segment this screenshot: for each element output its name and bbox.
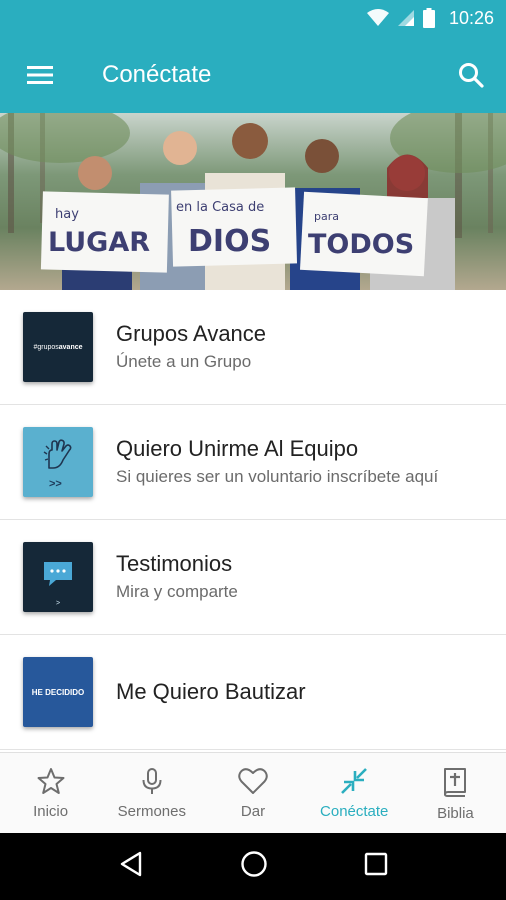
heart-icon: [238, 768, 268, 794]
thumb-bold: avance: [58, 343, 83, 351]
list-item-quiero-unirme[interactable]: >> Quiero Unirme Al Equipo Si quieres se…: [0, 405, 506, 520]
grupos-avance-thumbnail: #gruposavance: [23, 312, 93, 382]
sign-3-large: TODOS: [308, 229, 414, 260]
sign-2-large: DIOS: [188, 224, 271, 259]
bottom-navigation: Inicio Sermones Dar Conéctate Biblia: [0, 752, 506, 833]
nav-inicio[interactable]: Inicio: [0, 753, 101, 833]
item-title: Quiero Unirme Al Equipo: [116, 436, 359, 461]
hero-banner: hay LUGAR en la Casa de DIOS para TODOS: [0, 113, 506, 290]
status-time: 10:26: [448, 7, 494, 28]
sign-1-small: hay: [55, 207, 79, 222]
list-item-grupos-avance[interactable]: #gruposavance Grupos Avance Únete a un G…: [0, 290, 506, 405]
chat-bubble-icon: [44, 562, 72, 586]
raised-hand-icon: [43, 439, 72, 469]
star-icon: [37, 768, 65, 794]
nav-conectate[interactable]: Conéctate: [304, 753, 405, 833]
search-button[interactable]: [436, 36, 506, 113]
hamburger-menu-icon: [27, 65, 53, 84]
microphone-icon: [142, 768, 162, 794]
connect-arrows-icon: [341, 768, 368, 794]
menu-button[interactable]: [0, 36, 80, 113]
testimonios-thumbnail: >: [23, 542, 93, 612]
nav-label: Dar: [240, 803, 266, 820]
system-navigation-bar: [0, 833, 506, 900]
home-button[interactable]: [240, 850, 268, 883]
nav-dar[interactable]: Dar: [202, 753, 303, 833]
bible-icon: [444, 768, 467, 797]
nav-label: Sermones: [117, 803, 186, 820]
recents-icon: [364, 852, 388, 876]
signal-icon: [397, 10, 414, 26]
arrow-icon: >: [56, 600, 61, 607]
thumb-prefix: #grupos: [33, 343, 59, 351]
sign-1-large: LUGAR: [48, 227, 150, 258]
list-item-bautizar[interactable]: HE DECIDIDO Me Quiero Bautizar: [0, 635, 506, 750]
item-title: Me Quiero Bautizar: [116, 679, 306, 704]
sign-3-small: para: [314, 210, 339, 223]
nav-label: Inicio: [33, 803, 69, 820]
item-title: Grupos Avance: [116, 321, 267, 346]
wifi-icon: [366, 9, 389, 26]
nav-sermones[interactable]: Sermones: [101, 753, 202, 833]
sign-2-small: en la Casa de: [176, 200, 264, 215]
home-icon: [241, 851, 267, 877]
recents-button[interactable]: [364, 852, 388, 881]
status-bar: 10:26: [0, 0, 506, 36]
thumb-text: HE DECIDIDO: [31, 687, 85, 697]
nav-label: Biblia: [437, 805, 474, 822]
page-title: Conéctate: [102, 60, 212, 88]
arrow-icon: >>: [49, 478, 62, 490]
back-icon: [120, 851, 142, 877]
item-subtitle: Si quieres ser un voluntario inscríbete …: [116, 467, 439, 486]
list-item-testimonios[interactable]: > Testimonios Mira y comparte: [0, 520, 506, 635]
hero-photo: hay LUGAR en la Casa de DIOS para TODOS: [0, 113, 506, 290]
back-button[interactable]: [118, 850, 144, 883]
battery-icon: [422, 8, 435, 28]
search-icon: [459, 62, 484, 88]
connect-list: #gruposavance Grupos Avance Únete a un G…: [0, 290, 506, 750]
nav-biblia[interactable]: Biblia: [405, 753, 506, 833]
bautizar-thumbnail: HE DECIDIDO: [23, 657, 93, 727]
app-bar: Conéctate: [0, 36, 506, 113]
item-title: Testimonios: [116, 551, 233, 576]
item-subtitle: Mira y comparte: [116, 582, 238, 601]
equipo-thumbnail: >>: [23, 427, 93, 497]
nav-label: Conéctate: [320, 803, 389, 820]
item-subtitle: Únete a un Grupo: [116, 352, 252, 371]
